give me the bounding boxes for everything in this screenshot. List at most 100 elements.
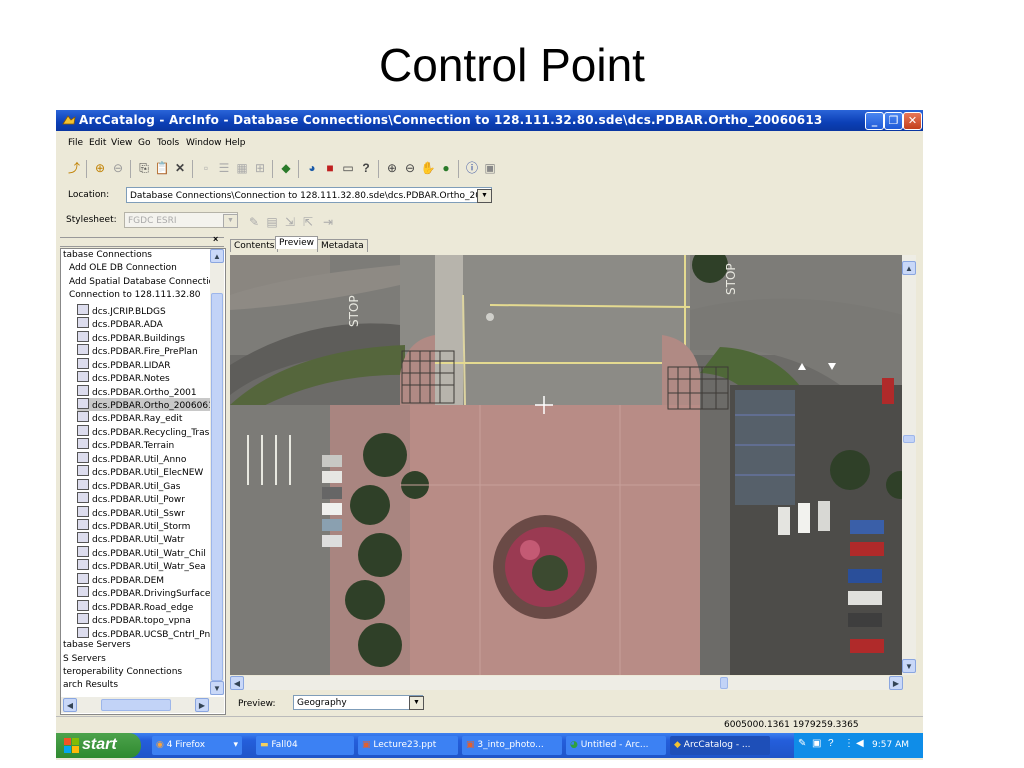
start-button[interactable]: start: [56, 733, 141, 758]
location-dropdown-icon[interactable]: ▼: [477, 189, 492, 203]
tree-horizontal-scrollbar[interactable]: ◀ ▶: [61, 697, 224, 713]
preview-select[interactable]: Geography: [293, 695, 423, 710]
tree-item[interactable]: dcs.PDBAR.Util_ElecNEW: [77, 465, 203, 478]
tree-item[interactable]: dcs.PDBAR.Buildings: [77, 330, 185, 344]
menu-tools[interactable]: Tools: [157, 138, 179, 148]
preview-hscroll-thumb[interactable]: [720, 677, 728, 689]
tray-network-icon[interactable]: ⋮: [844, 738, 854, 749]
preview-horizontal-scrollbar[interactable]: ◀ ▶: [230, 676, 903, 690]
copy-icon[interactable]: ⎘: [136, 160, 152, 176]
tree-item[interactable]: arch Results: [63, 680, 118, 690]
tree-item[interactable]: dcs.PDBAR.topo_vpna: [77, 613, 191, 626]
scroll-down-icon[interactable]: ▼: [210, 681, 224, 695]
arctoolbox-icon[interactable]: ■: [322, 160, 338, 176]
tree-item[interactable]: tabase Connections: [63, 250, 152, 260]
metadata-properties-icon[interactable]: ▤: [264, 214, 280, 230]
up-one-level-icon[interactable]: ⤴: [66, 160, 82, 176]
list-icon[interactable]: ☰: [216, 160, 232, 176]
taskbar-arccatalog[interactable]: ◆ ArcCatalog - ...: [670, 736, 770, 755]
preview-scroll-right-icon[interactable]: ▶: [889, 676, 903, 690]
tree-item[interactable]: dcs.PDBAR.LIDAR: [77, 357, 171, 371]
whats-this-icon[interactable]: ?: [358, 160, 374, 176]
tree-scroll-thumb[interactable]: [211, 293, 223, 681]
tree-close-icon[interactable]: ×: [213, 234, 218, 244]
taskbar-untitled-arcmap[interactable]: ◕ Untitled - Arc...: [566, 736, 666, 755]
pan-icon[interactable]: ✋: [420, 160, 436, 176]
tree-item[interactable]: dcs.PDBAR.Notes: [77, 371, 170, 384]
tab-contents[interactable]: Contents: [230, 239, 279, 252]
paste-icon[interactable]: 📋: [154, 160, 170, 176]
connect-folder-icon[interactable]: ⊕: [92, 160, 108, 176]
preview-vertical-scrollbar[interactable]: ▲ ▼: [902, 255, 916, 675]
scroll-right-icon[interactable]: ▶: [195, 698, 209, 712]
tree-item[interactable]: dcs.PDBAR.Util_Powr: [77, 492, 185, 505]
tree-item[interactable]: dcs.JCRIP.BLDGS: [77, 303, 166, 317]
details-icon[interactable]: ▦: [234, 160, 250, 176]
update-metadata-icon[interactable]: ⇥: [320, 214, 336, 230]
scroll-up-icon[interactable]: ▲: [210, 249, 224, 263]
tree-item[interactable]: dcs.PDBAR.Util_Storm: [77, 519, 190, 532]
tree-item[interactable]: dcs.PDBAR.Terrain: [77, 438, 174, 451]
zoom-in-icon[interactable]: ⊕: [384, 160, 400, 176]
minimize-button[interactable]: _: [865, 112, 884, 130]
tree-item[interactable]: dcs.PDBAR.Fire_PrePlan: [77, 344, 198, 357]
large-icons-icon[interactable]: ▫: [198, 160, 214, 176]
search-icon[interactable]: ◕: [304, 160, 320, 176]
menu-file[interactable]: File: [68, 138, 83, 148]
full-extent-icon[interactable]: ●: [438, 160, 454, 176]
orthophoto-preview[interactable]: STOP STOP: [230, 255, 903, 675]
tree-item[interactable]: dcs.PDBAR.Road_edge: [77, 599, 193, 613]
tree-vertical-scrollbar[interactable]: ▲ ▼: [210, 249, 224, 695]
import-metadata-icon[interactable]: ⇲: [282, 214, 298, 230]
tree-item[interactable]: dcs.PDBAR.Util_Sswr: [77, 505, 185, 519]
taskbar-3-into-photo[interactable]: ▣ 3_into_photo...: [462, 736, 562, 755]
tab-preview[interactable]: Preview: [275, 236, 319, 249]
taskbar-lecture23[interactable]: ▣ Lecture23.ppt: [358, 736, 458, 755]
stylesheet-dropdown-icon[interactable]: ▼: [223, 214, 238, 228]
tree-pane-grip[interactable]: [60, 237, 224, 247]
stylesheet-select[interactable]: FGDC ESRI: [124, 212, 238, 228]
menu-help[interactable]: Help: [225, 138, 246, 148]
disconnect-folder-icon[interactable]: ⊖: [110, 160, 126, 176]
tree-item[interactable]: dcs.PDBAR.Util_Anno: [77, 451, 186, 465]
command-line-icon[interactable]: ▭: [340, 160, 356, 176]
tree-item[interactable]: dcs.PDBAR.UCSB_Cntrl_Pnts: [77, 626, 218, 640]
location-input[interactable]: Database Connections\Connection to 128.1…: [126, 187, 492, 203]
tree-item[interactable]: dcs.PDBAR.Ray_edit: [77, 411, 182, 424]
menu-edit[interactable]: Edit: [89, 138, 106, 148]
tree-item[interactable]: S Servers: [63, 654, 106, 664]
taskbar-fall04[interactable]: ▬ Fall04: [256, 736, 354, 755]
title-bar[interactable]: ArcCatalog - ArcInfo - Database Connecti…: [56, 110, 923, 131]
tree-item[interactable]: Add OLE DB Connection: [69, 263, 177, 273]
tree-item[interactable]: dcs.PDBAR.Ortho_20060613: [77, 397, 220, 411]
tree-item[interactable]: Connection to 128.111.32.80: [69, 290, 201, 300]
menu-go[interactable]: Go: [138, 138, 150, 148]
preview-scroll-down-icon[interactable]: ▼: [902, 659, 916, 673]
tree-item[interactable]: tabase Servers: [63, 640, 131, 650]
restore-button[interactable]: ❐: [884, 112, 903, 130]
export-metadata-icon[interactable]: ⇱: [300, 214, 316, 230]
preview-dropdown-icon[interactable]: ▼: [409, 696, 424, 710]
tray-help-icon[interactable]: ?: [828, 738, 834, 749]
tree-item[interactable]: dcs.PDBAR.DEM: [77, 572, 164, 586]
preview-scroll-up-icon[interactable]: ▲: [902, 261, 916, 275]
tree-item[interactable]: dcs.PDBAR.Util_Watr_Chil: [77, 545, 206, 559]
close-button[interactable]: ✕: [903, 112, 922, 130]
tree-item[interactable]: dcs.PDBAR.ADA: [77, 317, 163, 330]
tree-item[interactable]: dcs.PDBAR.DrivingSurface: [77, 586, 210, 599]
thumbnails-icon[interactable]: ⊞: [252, 160, 268, 176]
tree-item[interactable]: dcs.PDBAR.Util_Gas: [77, 478, 181, 492]
identify-icon[interactable]: ⓘ: [464, 160, 480, 176]
delete-icon[interactable]: ✕: [172, 160, 188, 176]
tree-item[interactable]: dcs.PDBAR.Util_Watr: [77, 532, 184, 545]
tray-pen-icon[interactable]: ✎: [798, 738, 806, 749]
tree-item[interactable]: dcs.PDBAR.Util_Watr_Sea: [77, 559, 206, 572]
edit-metadata-icon[interactable]: ✎: [246, 214, 262, 230]
tray-expand-icon[interactable]: ◀: [856, 738, 864, 749]
zoom-out-icon[interactable]: ⊖: [402, 160, 418, 176]
tree-item[interactable]: Add Spatial Database Connection: [69, 277, 220, 287]
tree-hscroll-thumb[interactable]: [101, 699, 171, 711]
tree-item[interactable]: dcs.PDBAR.Ortho_2001: [77, 384, 197, 398]
launch-arcmap-icon[interactable]: ◆: [278, 160, 294, 176]
preview-vscroll-thumb[interactable]: [903, 435, 915, 443]
